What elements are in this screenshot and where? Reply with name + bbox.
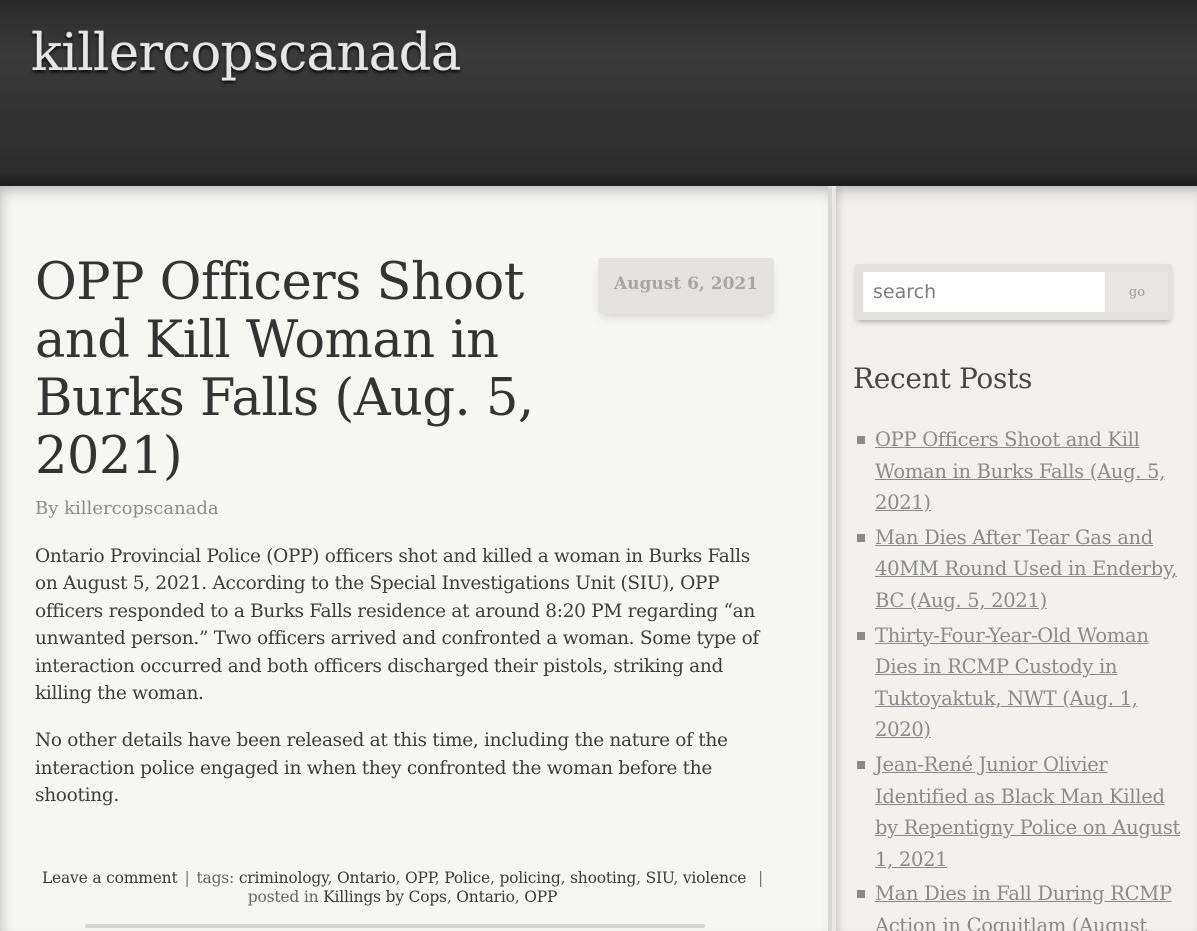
list-item: Thirty-Four-Year-Old Woman Dies in RCMP … bbox=[857, 620, 1187, 746]
leave-comment-link[interactable]: Leave a comment bbox=[42, 869, 178, 887]
list-item: Jean-René Junior Olivier Identified as B… bbox=[857, 749, 1187, 875]
recent-post-link[interactable]: Thirty-Four-Year-Old Woman Dies in RCMP … bbox=[875, 624, 1149, 742]
recent-posts-heading: Recent Posts bbox=[853, 362, 1033, 395]
recent-posts-list: OPP Officers Shoot and Kill Woman in Bur… bbox=[857, 424, 1187, 931]
site-header: killercopscanada bbox=[0, 0, 1197, 186]
post-footer: Leave a comment | tags: criminology, Ontar… bbox=[41, 869, 764, 906]
tag-link[interactable]: shooting bbox=[570, 869, 636, 887]
tag-link[interactable]: SIU bbox=[646, 869, 674, 887]
post-date: August 6, 2021 bbox=[598, 258, 774, 314]
separator: | bbox=[184, 869, 190, 887]
tags-label: tags: bbox=[196, 869, 235, 887]
post-body: Ontario Provincial Police (OPP) officers… bbox=[35, 543, 775, 830]
recent-post-link[interactable]: Man Dies After Tear Gas and 40MM Round U… bbox=[875, 526, 1177, 612]
search-form: go bbox=[855, 264, 1172, 320]
tag-link[interactable]: violence bbox=[683, 869, 747, 887]
site-title-link[interactable]: killercopscanada bbox=[31, 24, 461, 83]
post-paragraph: Ontario Provincial Police (OPP) officers… bbox=[35, 546, 759, 705]
byline-prefix: By bbox=[35, 498, 59, 519]
tag-link[interactable]: Police bbox=[444, 869, 490, 887]
search-input[interactable] bbox=[863, 272, 1105, 312]
post-paragraph: No other details have been released at t… bbox=[35, 730, 728, 807]
tag-link[interactable]: policing bbox=[499, 869, 560, 887]
search-go-button[interactable]: go bbox=[1106, 272, 1168, 312]
recent-post-link[interactable]: OPP Officers Shoot and Kill Woman in Bur… bbox=[875, 428, 1165, 514]
recent-post-link[interactable]: Man Dies in Fall During RCMP Action in C… bbox=[875, 882, 1172, 931]
separator: | bbox=[758, 869, 764, 887]
category-link[interactable]: OPP bbox=[524, 888, 557, 906]
divider bbox=[85, 924, 705, 928]
tags-list: criminology, Ontario, OPP, Police, polic… bbox=[238, 869, 747, 887]
list-item: Man Dies After Tear Gas and 40MM Round U… bbox=[857, 522, 1187, 617]
post-title: OPP Officers Shoot and Kill Woman in Bur… bbox=[35, 253, 534, 486]
byline: By killercopscanada bbox=[35, 498, 219, 519]
author-link[interactable]: killercopscanada bbox=[64, 498, 219, 519]
tag-link[interactable]: criminology bbox=[239, 869, 328, 887]
recent-post-link[interactable]: Jean-René Junior Olivier Identified as B… bbox=[875, 753, 1180, 871]
tag-link[interactable]: Ontario bbox=[337, 869, 396, 887]
posted-in-label: posted in bbox=[247, 888, 319, 906]
category-link[interactable]: Killings by Cops bbox=[323, 888, 447, 906]
list-item: OPP Officers Shoot and Kill Woman in Bur… bbox=[857, 424, 1187, 519]
tag-link[interactable]: OPP bbox=[405, 869, 435, 887]
list-item: Man Dies in Fall During RCMP Action in C… bbox=[857, 878, 1187, 931]
category-link[interactable]: Ontario bbox=[456, 888, 515, 906]
